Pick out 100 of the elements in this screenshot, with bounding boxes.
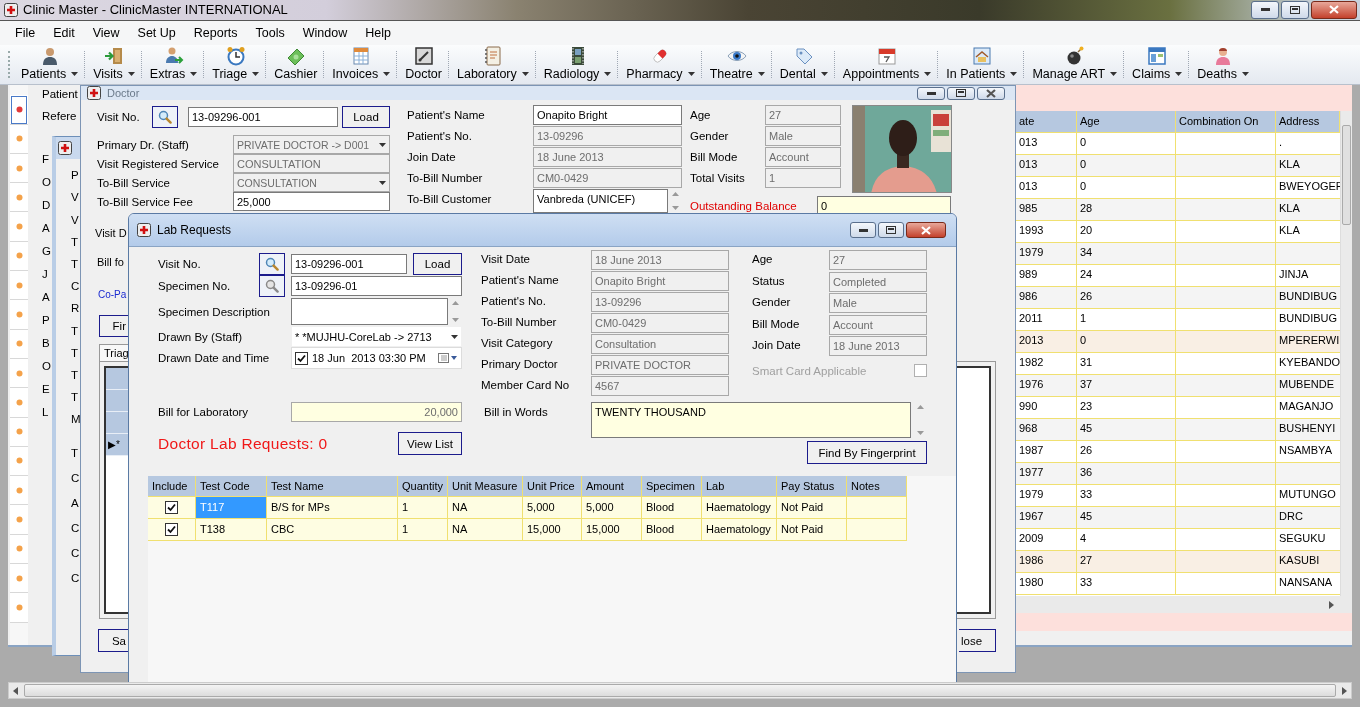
row-header[interactable] [10, 446, 28, 477]
restore-button[interactable] [947, 86, 975, 100]
column-header[interactable]: Combination On [1176, 111, 1276, 134]
search-button[interactable] [259, 253, 285, 276]
scroll-right-icon[interactable] [1329, 600, 1334, 609]
fingerprint-button[interactable]: Find By Fingerprint [807, 441, 927, 465]
dropdown-field[interactable]: * *MUJHU-CoreLab -> 2713 [291, 326, 462, 348]
menu-item[interactable]: Help [356, 25, 400, 40]
toolbar-button[interactable]: Cashier [266, 44, 324, 85]
menu-item[interactable]: Set Up [128, 25, 185, 40]
toolbar-button[interactable]: Appointments [834, 44, 938, 85]
text-field[interactable]: Onapito Bright [533, 105, 682, 126]
minimize-button[interactable] [850, 222, 876, 239]
text-field[interactable]: PRIVATE DOCTOR [591, 355, 729, 376]
minimize-button[interactable] [917, 86, 945, 100]
text-field[interactable]: Onapito Bright [591, 271, 729, 292]
toolbar-button[interactable]: Invoices [324, 44, 397, 85]
row-header[interactable] [10, 329, 28, 359]
menu-item[interactable]: View [83, 25, 129, 40]
menu-item[interactable]: Window [293, 25, 357, 40]
close-button[interactable] [977, 86, 1005, 100]
toolbar-button[interactable]: Radiology [535, 44, 618, 85]
text-area[interactable]: TWENTY THOUSAND [591, 402, 911, 439]
row-header[interactable] [106, 390, 129, 413]
minimize-button[interactable] [1251, 0, 1279, 19]
row-header[interactable] [10, 534, 28, 565]
toolbar-button[interactable]: Pharmacy [618, 44, 701, 85]
checkbox[interactable] [165, 523, 178, 537]
toolbar-button[interactable]: Extras [141, 44, 204, 85]
row-header[interactable] [10, 124, 28, 154]
close-button[interactable] [906, 222, 946, 239]
text-field[interactable]: Completed [829, 271, 927, 292]
view-list-button[interactable]: View List [398, 432, 462, 456]
row-header[interactable] [10, 388, 28, 418]
menu-item[interactable]: Tools [246, 25, 294, 40]
column-header[interactable]: Age [1077, 111, 1176, 134]
toolbar-button[interactable]: Manage ART [1024, 44, 1124, 85]
row-header[interactable] [10, 593, 28, 623]
close-button[interactable]: lose [959, 629, 996, 653]
load-button[interactable]: Load [342, 106, 390, 129]
scroll-left-icon[interactable] [13, 686, 18, 695]
toolbar-button[interactable]: Visits [85, 44, 141, 85]
checkbox[interactable] [165, 501, 178, 515]
text-field[interactable]: 13-09296-001 [291, 254, 407, 275]
scroll-right-icon[interactable] [1342, 686, 1347, 695]
text-field[interactable]: 18 June 2013 [829, 336, 927, 357]
text-field[interactable]: 13-09296 [591, 292, 729, 313]
row-header[interactable] [10, 505, 28, 535]
toolbar-button[interactable]: Dental [771, 44, 834, 85]
toolbar-button[interactable]: Triage [204, 44, 266, 85]
load-button[interactable]: Load [413, 253, 462, 276]
row-header[interactable] [10, 564, 28, 594]
tab[interactable]: Triag [99, 344, 129, 362]
text-field[interactable]: Account [829, 314, 927, 335]
text-field[interactable]: 18 June 2013 [591, 250, 729, 271]
text-field[interactable]: Male [829, 293, 927, 314]
row-header[interactable] [106, 368, 129, 391]
toolbar-button[interactable]: Doctor [397, 44, 448, 85]
toolbar-button[interactable]: In Patients [938, 44, 1024, 85]
text-area[interactable]: Vanbreda (UNICEF) [533, 189, 668, 214]
text-area[interactable] [291, 298, 448, 326]
text-field[interactable]: 25,000 [233, 192, 390, 212]
find-button[interactable]: Fir [99, 315, 129, 338]
row-header[interactable] [10, 212, 28, 242]
toolbar-button[interactable]: Patients [13, 44, 85, 85]
text-field[interactable]: 13-09296-001 [188, 107, 338, 128]
menu-item[interactable]: Edit [44, 25, 84, 40]
text-field[interactable]: 20,000 [291, 402, 462, 423]
date-picker[interactable]: 18 Jun 2013 03:30 PM [291, 347, 462, 370]
text-field[interactable]: 4567 [591, 376, 729, 397]
copay-link[interactable]: Co-Pa [98, 289, 127, 301]
row-header[interactable] [106, 412, 129, 435]
row-header[interactable] [10, 241, 28, 272]
menu-item[interactable]: Reports [184, 25, 247, 40]
row-header[interactable] [10, 358, 28, 389]
save-button[interactable]: Sa [98, 629, 129, 653]
search-button[interactable] [152, 106, 178, 129]
close-button[interactable] [1311, 0, 1357, 19]
restore-button[interactable] [878, 222, 904, 239]
menu-item[interactable]: File [6, 25, 45, 40]
row-header[interactable]: ▶* [106, 434, 129, 457]
row-header[interactable] [10, 300, 28, 330]
row-header[interactable] [10, 271, 28, 301]
restore-button[interactable] [1281, 0, 1309, 19]
row-header[interactable] [10, 183, 28, 213]
field-label: Refere [42, 109, 77, 125]
text-field[interactable]: Consultation [591, 334, 729, 355]
row-header[interactable] [10, 95, 28, 125]
row-header[interactable] [10, 417, 28, 447]
toolbar-button[interactable]: Deaths [1189, 44, 1255, 85]
text-field[interactable]: CM0-0429 [591, 313, 729, 334]
text-field[interactable]: 13-09296-01 [291, 276, 462, 297]
toolbar-button[interactable]: Theatre [701, 44, 771, 85]
toolbar-button[interactable]: Laboratory [449, 44, 535, 85]
row-header[interactable] [10, 153, 28, 184]
toolbar-button[interactable]: Claims [1124, 44, 1189, 85]
text-field[interactable]: 27 [829, 250, 927, 271]
table-cell: 0 [1077, 133, 1176, 155]
row-header[interactable] [10, 476, 28, 506]
checkbox[interactable] [295, 351, 308, 365]
